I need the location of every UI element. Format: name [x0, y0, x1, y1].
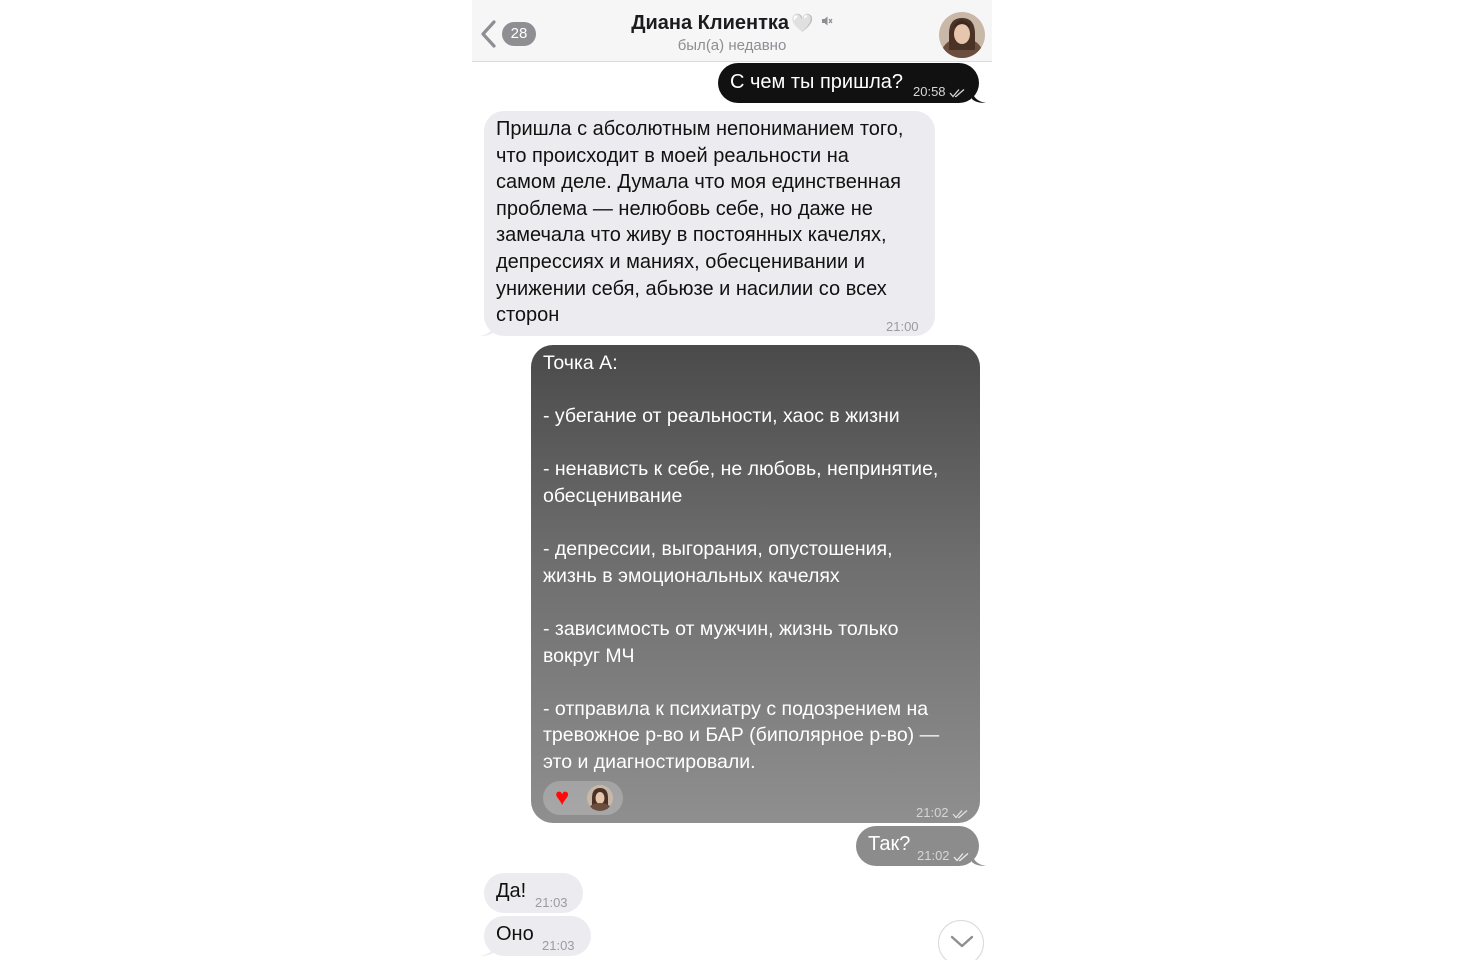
list-title: Точка А: — [543, 352, 618, 374]
list-spacer — [543, 589, 968, 616]
message-text: Оно — [496, 923, 534, 945]
list-item: - депрессии, выгорания, опустошения, жиз… — [543, 538, 893, 587]
bubble-tail — [972, 854, 986, 866]
red-heart-icon: ♥ — [555, 784, 570, 811]
list-spacer — [543, 510, 968, 537]
message-time: 21:03 — [535, 895, 568, 910]
back-button[interactable]: 28 — [480, 18, 540, 50]
message-time-text: 21:02 — [916, 805, 949, 820]
bubble-tail — [480, 324, 494, 336]
double-check-icon — [952, 810, 967, 819]
message-text: Да! — [496, 880, 527, 902]
chat-title-area[interactable]: Диана Клиентка 🤍 был(а) недавно — [572, 10, 892, 56]
contact-name: Диана Клиентка 🤍 — [572, 10, 892, 36]
message-time: 20:58 — [913, 79, 965, 106]
message-outgoing-list[interactable]: Точка А: - убегание от реальности, хаос … — [531, 345, 980, 823]
contact-status: был(а) недавно — [677, 37, 787, 54]
bubble-tail — [480, 946, 494, 956]
double-check-icon — [949, 89, 964, 98]
bubble-tail — [972, 91, 986, 103]
reactor-avatar — [587, 785, 613, 811]
message-text: Пришла с абсолютным непониманием того, ч… — [496, 118, 904, 327]
list-item: - зависимость от мужчин, жизнь только во… — [543, 617, 899, 667]
chevron-down-icon — [950, 935, 974, 948]
mute-icon — [817, 16, 833, 30]
list-item: - отправила к психиатру с подозрением на… — [543, 697, 940, 773]
message-incoming[interactable]: Оно 21:03 — [484, 916, 591, 956]
message-time: 21:02 — [917, 843, 969, 870]
list-item: - убегание от реальности, хаос в жизни — [543, 405, 900, 428]
white-heart-icon: 🤍 — [791, 13, 814, 33]
message-text: Так? — [868, 833, 911, 855]
message-time: 21:03 — [542, 938, 575, 953]
message-outgoing[interactable]: Так? 21:02 — [856, 826, 979, 866]
double-check-icon — [953, 853, 968, 862]
chat-header: 28 Диана Клиентка 🤍 был(а) недавно — [472, 0, 992, 62]
message-time: 21:00 — [886, 319, 919, 334]
chat-screen: 28 Диана Клиентка 🤍 был(а) недавно С чем … — [472, 0, 992, 960]
contact-name-text: Диана Клиентка — [631, 12, 789, 34]
message-time-text: 20:58 — [913, 84, 946, 99]
list-spacer — [543, 669, 968, 696]
list-item: - ненависть к себе, не любовь, неприняти… — [543, 458, 939, 507]
unread-count-badge: 28 — [502, 22, 536, 46]
message-incoming[interactable]: Пришла с абсолютным непониманием того, ч… — [484, 111, 935, 336]
scroll-down-button[interactable] — [938, 920, 984, 960]
list-spacer — [543, 377, 968, 404]
contact-avatar[interactable] — [939, 12, 985, 58]
reaction-pill[interactable]: ♥ — [543, 781, 623, 815]
chevron-left-icon — [481, 20, 496, 48]
message-time: 21:02 — [916, 800, 968, 827]
list-spacer — [543, 430, 968, 457]
message-text: С чем ты пришла? — [730, 71, 904, 93]
message-incoming[interactable]: Да! 21:03 — [484, 873, 583, 913]
message-outgoing[interactable]: С чем ты пришла? 20:58 — [718, 63, 979, 103]
message-time-text: 21:02 — [917, 848, 950, 863]
